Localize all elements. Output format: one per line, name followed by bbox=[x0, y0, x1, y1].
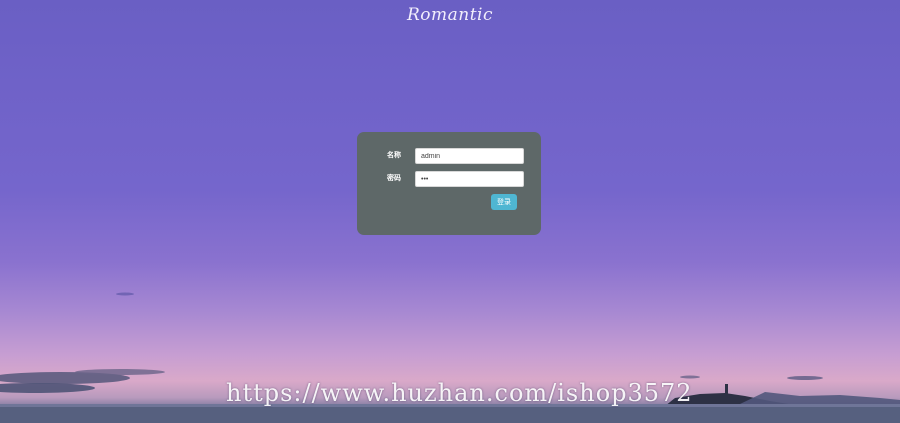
username-input[interactable] bbox=[415, 148, 524, 164]
horizon-cloud bbox=[0, 383, 95, 393]
lighthouse bbox=[725, 384, 728, 394]
password-input[interactable] bbox=[415, 171, 524, 187]
username-row: 名称 bbox=[357, 148, 541, 164]
login-button[interactable]: 登录 bbox=[491, 194, 517, 210]
distant-mountain bbox=[740, 392, 900, 406]
horizon-cloud bbox=[787, 376, 823, 380]
username-label: 名称 bbox=[387, 151, 401, 159]
login-panel: 名称 密码 登录 bbox=[357, 132, 541, 235]
small-cloud bbox=[116, 292, 134, 296]
password-row: 密码 bbox=[357, 171, 541, 187]
password-label: 密码 bbox=[387, 174, 401, 182]
brand-title: Romantic bbox=[406, 5, 494, 25]
watermark-text: https://www.huzhan.com/ishop3572 bbox=[226, 379, 693, 407]
horizon-cloud bbox=[0, 372, 130, 384]
horizon-cloud bbox=[75, 369, 165, 375]
